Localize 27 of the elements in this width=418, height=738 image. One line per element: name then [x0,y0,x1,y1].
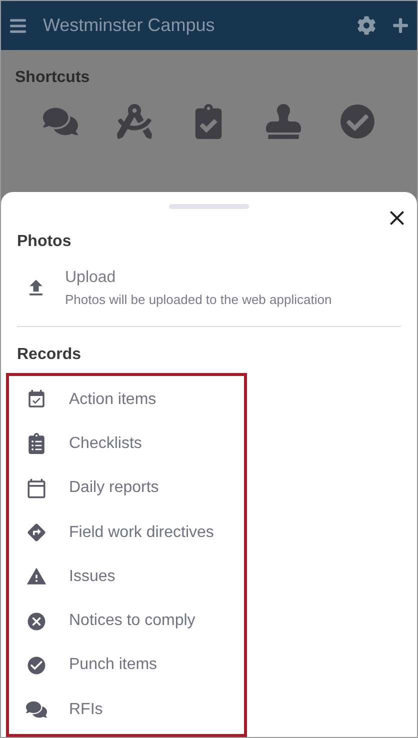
record-type-item[interactable]: Daily reports [9,466,244,510]
section-heading: Photos [16,232,72,252]
record-type-item[interactable]: Issues [9,554,244,599]
calendar-icon [26,478,47,499]
turn-sign-icon [26,522,47,544]
calendar-check-icon [26,389,47,410]
shortcuts-heading: Shortcuts [15,69,90,86]
section-heading: Records [16,344,82,364]
plus-icon[interactable] [392,17,409,34]
item-description: Photos will be uploaded to the web application [65,291,332,309]
settings-icon[interactable] [357,16,376,35]
record-type-item[interactable]: Checklists [9,422,244,466]
item-label: Upload [65,268,117,288]
upload-item[interactable]: Upload Photos will be uploaded to the web application [1,262,417,314]
menu-icon[interactable] [9,16,27,34]
record-type-item[interactable]: Notices to comply [9,598,244,644]
drafting-compass-icon[interactable] [117,104,152,139]
stamp-icon[interactable] [266,104,301,139]
drag-handle[interactable] [169,204,249,209]
clipboard-list-icon [26,433,47,454]
record-type-item[interactable]: RFIs [9,688,244,732]
record-type-item[interactable]: Field work directives [9,510,244,555]
warning-icon [26,566,47,588]
header-title: Westminster Campus [43,14,216,37]
chat-bubbles-icon [26,699,47,720]
record-type-item[interactable]: Action items [9,378,244,422]
record-type-item[interactable]: Punch items [9,643,244,688]
